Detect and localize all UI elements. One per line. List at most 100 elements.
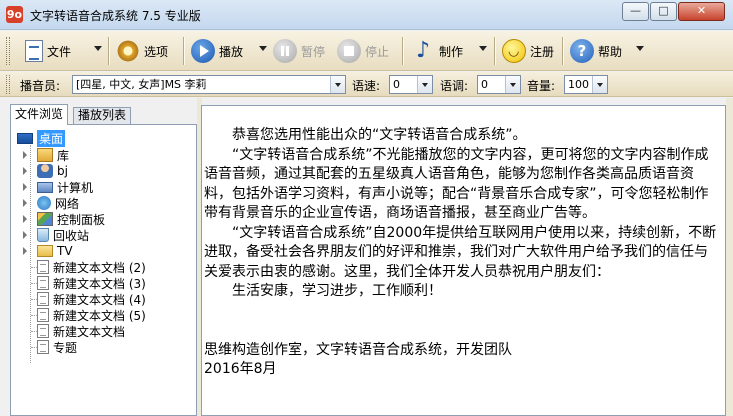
play-icon [191,39,215,63]
speed-dropdown-icon[interactable] [417,76,432,93]
file-icon [25,40,43,62]
tone-select[interactable]: 0 [477,75,521,94]
tree-node-label: 专题 [53,340,78,355]
make-label: 制作 [439,44,464,59]
stop-icon [337,39,361,63]
stop-button[interactable]: 停止 [337,36,389,66]
toolbar-separator [494,37,496,65]
tree-node-network[interactable]: 网络 [37,195,79,211]
announcer-dropdown-icon[interactable] [330,76,345,93]
announcer-value: [四星, 中文, 女声]MS 李莉 [76,78,207,91]
expand-arrow-icon[interactable] [23,231,27,239]
help-label: 帮助 [598,44,623,59]
user-folder-icon [37,164,53,178]
text-document-icon [37,292,49,306]
speed-label: 语速: [352,79,381,93]
tree-node-label: TV [57,244,73,258]
text-paragraph: “文字转语音合成系统”不光能播放您的文字内容，更可将您的文字内容制作成语音音频，… [204,146,709,222]
tree-node-document[interactable]: 新建文本文档 (3) [37,275,146,291]
tree-node-label: 新建文本文档 (2) [53,260,146,275]
text-paragraph: “文字转语音合成系统”自2000年提供给互联网用户使用以来，持续创新，不断进取，… [204,224,717,280]
panel-tabs: 文件浏览 播放列表 [10,104,197,125]
expand-arrow-icon[interactable] [23,247,27,255]
text-content[interactable]: 恭喜您选用性能出众的“文字转语音合成系统”。 “文字转语音合成系统”不光能播放您… [204,126,721,380]
close-button[interactable]: ✕ [678,2,725,21]
help-dropdown-arrow[interactable] [636,46,644,51]
text-document-icon [37,260,49,274]
volume-select[interactable]: 100 [564,75,608,94]
tree-node-library[interactable]: 库 [37,147,69,163]
voice-settings-bar: 播音员: [四星, 中文, 女声]MS 李莉 语速: 0 语调: 0 音量: 1… [0,72,733,97]
options-button[interactable]: 选项 [116,36,168,66]
register-label: 注册 [530,44,555,59]
make-button[interactable]: ♪ 制作 [411,36,463,66]
folder-icon [37,245,53,257]
pause-icon [273,39,297,63]
expand-arrow-icon[interactable] [23,199,27,207]
minimize-button[interactable]: — [622,2,649,21]
tree-node-desktop[interactable]: 桌面 [17,129,66,147]
tree-node-computer[interactable]: 计算机 [37,179,93,195]
tree-node-label: 新建文本文档 (3) [53,276,146,291]
computer-icon [37,181,53,193]
play-button[interactable]: 播放 [191,36,243,66]
tree-node-label: 新建文本文档 [53,324,126,339]
maximize-button[interactable]: □ [650,2,677,21]
tree-node-document[interactable]: 新建文本文档 (4) [37,291,146,307]
file-button[interactable]: 文件 [22,36,71,66]
settings-grip[interactable] [6,75,10,94]
expand-arrow-icon[interactable] [23,215,27,223]
register-button[interactable]: 注册 [502,36,554,66]
volume-value: 100 [568,78,589,91]
pause-label: 暂停 [301,44,326,59]
desktop-icon [17,132,33,144]
tree-node-label: 计算机 [57,180,94,195]
help-button[interactable]: ? 帮助 [570,36,622,66]
left-panel: 文件浏览 播放列表 桌面 库 bj 计算机 网络 控制面板 回收站 TV 新建文… [10,104,197,416]
text-document-icon [37,276,49,290]
tree-node-document[interactable]: 专题 [37,339,77,355]
text-paragraph: 恭喜您选用性能出众的“文字转语音合成系统”。 [204,127,527,143]
play-label: 播放 [219,44,244,59]
pause-button[interactable]: 暂停 [273,36,325,66]
volume-dropdown-icon[interactable] [592,76,607,93]
tab-playlist[interactable]: 播放列表 [73,107,132,124]
music-note-icon: ♪ [415,38,431,63]
expand-arrow-icon[interactable] [23,183,27,191]
tree-node-recycle-bin[interactable]: 回收站 [37,227,89,243]
text-document-icon [37,340,49,354]
play-dropdown-arrow[interactable] [259,46,267,51]
tone-label: 语调: [440,79,469,93]
tree-node-tv[interactable]: TV [37,243,73,259]
text-paragraph: 思维构造创作室，文字转语音合成系统，开发团队 [204,341,512,358]
window-title: 文字转语音合成系统 7.5 专业版 [30,9,201,23]
text-document-icon [37,308,49,322]
tone-value: 0 [481,78,488,91]
options-label: 选项 [144,44,169,59]
toolbar-separator [402,37,404,65]
tab-file-browser[interactable]: 文件浏览 [10,104,69,125]
text-editor[interactable]: 恭喜您选用性能出众的“文字转语音合成系统”。 “文字转语音合成系统”不光能播放您… [201,105,726,416]
main-toolbar: 文件 选项 播放 暂停 停止 ♪ 制作 注册 ? 帮助 [0,31,733,71]
tree-node-document[interactable]: 新建文本文档 [37,323,125,339]
toolbar-grip[interactable] [6,37,10,65]
tree-node-document[interactable]: 新建文本文档 (2) [37,259,146,275]
file-dropdown-arrow[interactable] [94,46,102,51]
stop-label: 停止 [365,44,390,59]
tree-node-user[interactable]: bj [37,163,68,179]
tone-dropdown-icon[interactable] [505,76,520,93]
expand-arrow-icon[interactable] [23,151,27,159]
speed-select[interactable]: 0 [389,75,433,94]
help-icon: ? [570,39,594,63]
make-dropdown-arrow[interactable] [479,46,487,51]
title-bar: 9o 文字转语音合成系统 7.5 专业版 — □ ✕ [0,0,733,30]
text-paragraph: 生活安康，学习进步，工作顺利！ [204,283,442,299]
tree-node-label: 新建文本文档 (5) [53,308,146,323]
expand-arrow-icon[interactable] [23,167,27,175]
tree-node-document[interactable]: 新建文本文档 (5) [37,307,146,323]
tree-node-control-panel[interactable]: 控制面板 [37,211,105,227]
announcer-select[interactable]: [四星, 中文, 女声]MS 李莉 [72,75,346,94]
window-right-edge [726,98,733,416]
file-tree: 桌面 库 bj 计算机 网络 控制面板 回收站 TV 新建文本文档 (2) 新建… [10,124,197,416]
tree-node-label: 库 [57,148,70,163]
